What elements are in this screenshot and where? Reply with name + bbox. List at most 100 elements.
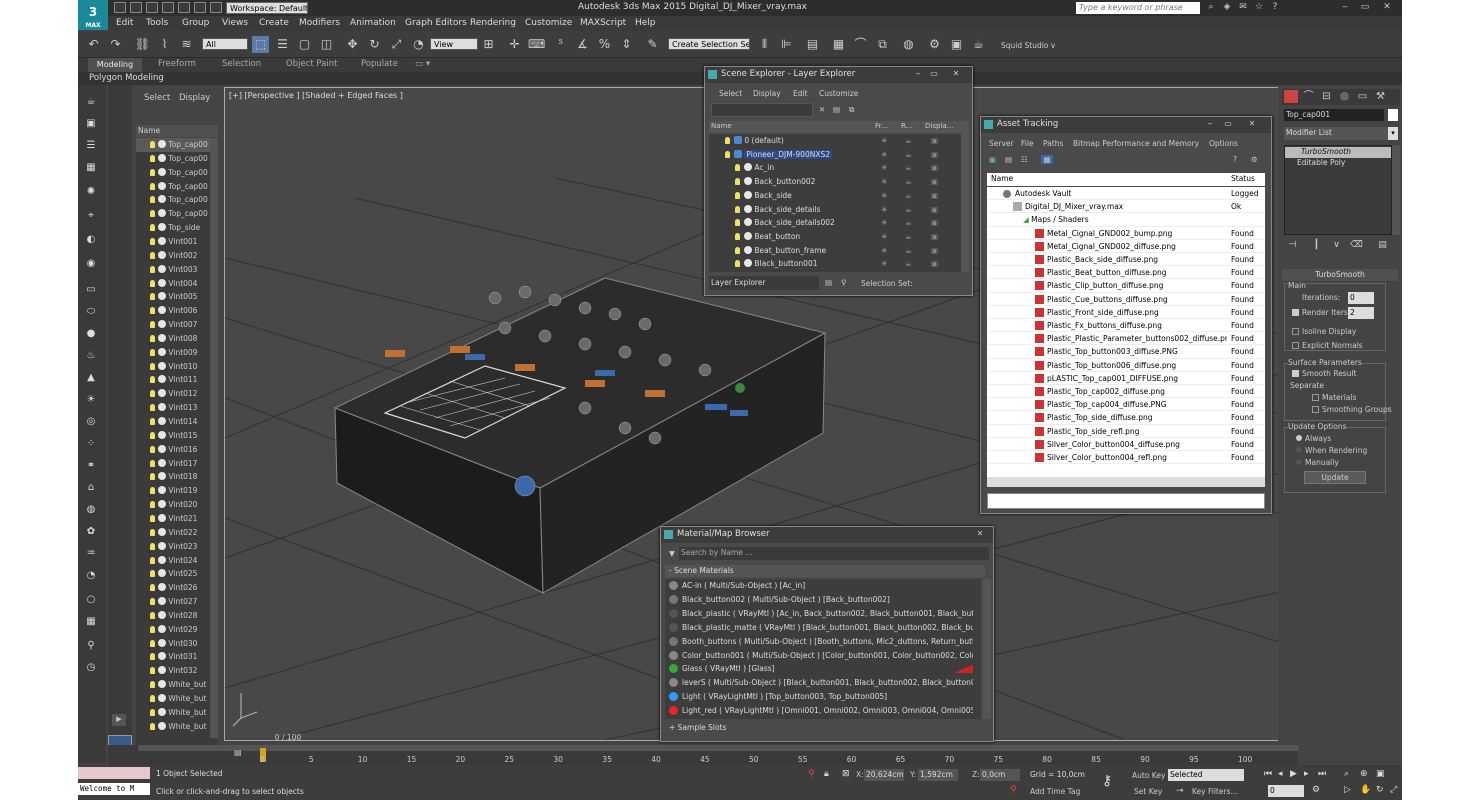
material-item[interactable]: Light_red ( VRayLightMtl ) [Omni001, Omn… — [669, 704, 973, 718]
render-teapot-icon[interactable]: ☕ — [970, 36, 987, 53]
visibility-bulb-icon[interactable] — [150, 182, 155, 190]
hair-icon[interactable]: ♒ — [83, 547, 99, 561]
object-list-item[interactable]: Vint030 — [136, 637, 218, 651]
material-item[interactable]: Black_plastic_matte ( VRayMtl ) [Black_b… — [669, 621, 973, 635]
play-icon[interactable]: ▶ — [1290, 769, 1297, 779]
tab-display[interactable]: Display — [179, 93, 210, 103]
le-menu-display[interactable]: Display — [753, 89, 781, 98]
object-list-item[interactable]: Vint029 — [136, 623, 218, 637]
expand-panel-icon[interactable]: ▶ — [112, 714, 126, 726]
object-list-item[interactable]: Vint022 — [136, 526, 218, 540]
foliage-icon[interactable]: ✿ — [83, 525, 99, 539]
display-toggle-icon[interactable]: ▣ — [931, 203, 938, 216]
next-frame-icon[interactable]: ▸ — [1304, 769, 1309, 779]
asset-map-row[interactable]: Plastic_Back_side_diffuse.png Found — [987, 253, 1265, 267]
materials-checkbox[interactable] — [1312, 394, 1319, 401]
named-selection-dropdown[interactable]: Create Selection Se — [668, 38, 750, 50]
favorites-icon[interactable]: ☆ — [1252, 2, 1266, 14]
keyboard-shortcut-icon[interactable]: ⌨ — [528, 36, 545, 53]
asset-map-row[interactable]: Plastic_Front_side_diffuse.png Found — [987, 306, 1265, 319]
object-list-item[interactable]: Vint009 — [136, 346, 218, 360]
render-toggle-icon[interactable]: ☕ — [905, 189, 912, 202]
asset-map-row[interactable]: Plastic_Plastic_Parameter_buttons002_dif… — [987, 332, 1265, 346]
object-list-item[interactable]: Vint013 — [136, 401, 218, 415]
teapot-primitive-icon[interactable]: ♨ — [83, 349, 99, 363]
display-toggle-icon[interactable]: ▣ — [931, 134, 938, 147]
at-menu-file[interactable]: File — [1021, 139, 1034, 148]
smooth-result-checkbox[interactable] — [1292, 370, 1299, 377]
menu-graph-editors[interactable]: Graph Editors — [405, 18, 467, 28]
display-toggle-icon[interactable]: ▣ — [931, 189, 938, 202]
material-item[interactable]: Black_plastic ( VRayMtl ) [Ac_in, Back_b… — [669, 607, 973, 621]
visibility-bulb-icon[interactable] — [150, 418, 155, 425]
spinner-snap-icon[interactable]: ⇕ — [618, 36, 635, 53]
reference-coord-dropdown[interactable]: View — [430, 38, 478, 50]
visibility-bulb-icon[interactable] — [150, 376, 155, 384]
isoline-row[interactable]: Isoline Display — [1292, 327, 1356, 336]
particles-icon[interactable]: ⁘ — [83, 437, 99, 451]
display-toggle-icon[interactable]: ▣ — [931, 175, 938, 188]
render-toggle-icon[interactable]: ☕ — [905, 216, 912, 229]
sun-icon[interactable]: ☀ — [83, 393, 99, 407]
render-toggle-icon[interactable]: ☕ — [905, 134, 912, 147]
cone-icon[interactable]: ▲ — [83, 371, 99, 385]
project-folder-icon[interactable] — [194, 2, 206, 13]
object-list-item[interactable]: Vint003 — [136, 263, 218, 277]
display-toggle-icon[interactable]: ▣ — [931, 230, 938, 243]
refresh-icon[interactable]: ▣ — [989, 155, 996, 164]
move-icon[interactable]: ✥ — [344, 36, 361, 53]
visibility-bulb-icon[interactable] — [150, 224, 155, 232]
object-list-item[interactable]: Vint008 — [136, 332, 218, 346]
display-tab-icon[interactable]: ▭ — [1354, 89, 1371, 106]
goto-end-icon[interactable]: ⏭ — [1318, 769, 1326, 779]
layer-object-row[interactable]: Beat_button ✳ ☕ ▣ — [709, 230, 961, 243]
layer-visibility-icon[interactable] — [735, 246, 740, 254]
select-object-icon[interactable]: ⬚ — [252, 36, 269, 53]
visibility-bulb-icon[interactable] — [150, 141, 155, 148]
asset-vault-row[interactable]: Autodesk Vault Logged — [987, 187, 1265, 201]
save-file-icon[interactable] — [146, 2, 158, 13]
box-icon[interactable]: ▭ — [83, 283, 99, 297]
render-iters-row[interactable]: Render Iters: — [1292, 308, 1350, 317]
object-list-item[interactable]: Vint011 — [136, 373, 218, 387]
selection-filter-dropdown[interactable]: All — [202, 38, 248, 50]
smoothing-groups-row[interactable]: Smoothing Groups — [1312, 405, 1392, 414]
freeze-toggle-icon[interactable]: ✳ — [881, 230, 887, 243]
material-browser-close-icon[interactable]: ✕ — [973, 528, 987, 541]
menu-help[interactable]: Help — [635, 18, 656, 28]
visibility-bulb-icon[interactable] — [150, 210, 155, 218]
object-list-item[interactable]: Vint026 — [136, 581, 218, 595]
shape-icon[interactable]: ⌂ — [83, 481, 99, 495]
hierarchy-tab-icon[interactable]: ⊟ — [1318, 89, 1335, 106]
rotate-icon[interactable]: ↻ — [366, 36, 383, 53]
visibility-bulb-icon[interactable] — [150, 598, 155, 606]
visibility-bulb-icon[interactable] — [150, 639, 155, 647]
visibility-bulb-icon[interactable] — [150, 487, 155, 495]
material-item[interactable]: Black_button002 ( Multi/Sub-Object ) [Ba… — [669, 593, 973, 607]
at-help-icon[interactable]: ? — [1233, 155, 1237, 164]
object-list-item[interactable]: Top_cap00 — [136, 207, 218, 221]
plugin-icon[interactable]: ⚲ — [83, 639, 99, 653]
asset-map-row[interactable]: Plastic_Fx_buttons_diffuse.png Found — [987, 319, 1265, 333]
freeze-toggle-icon[interactable]: ✳ — [881, 148, 887, 161]
grid-icon[interactable]: ▦ — [83, 615, 99, 629]
display-toggle-icon[interactable]: ▣ — [931, 216, 938, 229]
camera-icon[interactable]: ⌖ — [83, 209, 99, 223]
edit-named-selection-icon[interactable]: ✎ — [644, 36, 661, 53]
asset-map-row[interactable]: Plastic_Top_side_diffuse.png Found — [987, 411, 1265, 425]
at-menu-server[interactable]: Server — [989, 139, 1014, 148]
layer-visibility-icon[interactable] — [735, 205, 740, 213]
column-name[interactable]: Name — [136, 125, 218, 137]
always-radio[interactable] — [1296, 435, 1302, 441]
make-unique-icon[interactable]: ∨ — [1328, 237, 1345, 254]
angle-snap-icon[interactable]: ∡ — [574, 36, 591, 53]
set-key-button[interactable]: Set Key — [1134, 787, 1162, 796]
visibility-bulb-icon[interactable] — [150, 653, 155, 661]
visibility-bulb-icon[interactable] — [150, 445, 155, 453]
maximize-icon[interactable]: ▭ — [1358, 2, 1372, 14]
visibility-bulb-icon[interactable] — [150, 321, 155, 329]
stack-item-turbosmooth[interactable]: TurboSmooth — [1285, 147, 1391, 158]
object-list-item[interactable]: Vint015 — [136, 429, 218, 443]
layer-new-icon[interactable]: ▤ — [833, 105, 840, 114]
object-list-item[interactable]: Vint007 — [136, 318, 218, 332]
